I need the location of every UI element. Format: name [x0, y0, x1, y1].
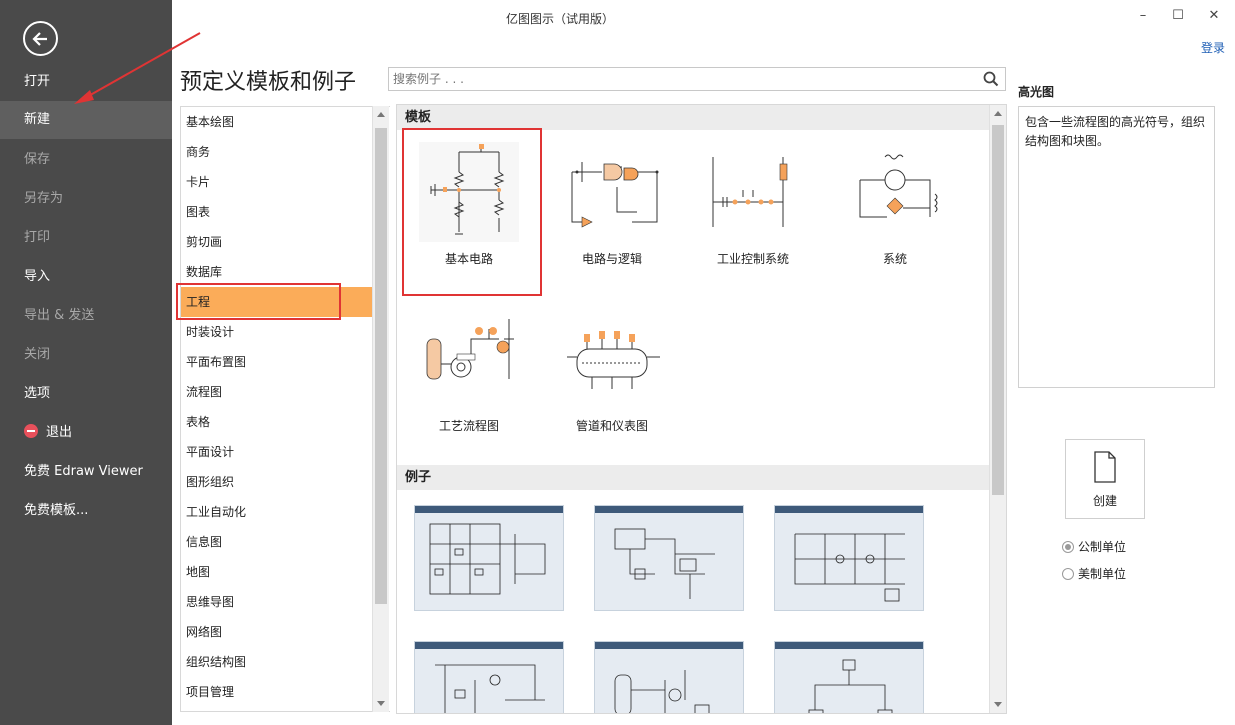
category-item[interactable]: 图形组织	[181, 467, 372, 497]
category-item[interactable]: 平面布置图	[181, 347, 372, 377]
sidebar-item-import[interactable]: 导入	[0, 258, 172, 296]
category-item[interactable]: 信息图	[181, 527, 372, 557]
preview-description: 包含一些流程图的高光符号，组织结构图和块图。	[1018, 106, 1215, 388]
scroll-up-icon[interactable]	[994, 111, 1002, 116]
category-item[interactable]: 思维导图	[181, 587, 372, 617]
template-circuit-logic[interactable]: 电路与逻辑	[542, 142, 682, 267]
example-thumbnail[interactable]	[414, 505, 564, 611]
create-label: 创建	[1092, 494, 1117, 508]
sidebar-item-exit[interactable]: 退出	[0, 414, 172, 452]
category-item[interactable]: 网络图	[181, 617, 372, 647]
example-thumbnail[interactable]	[414, 641, 564, 713]
radio-us[interactable]	[1062, 568, 1074, 580]
category-item[interactable]: 组织结构图	[181, 647, 372, 677]
industrial-control-thumbnail	[703, 142, 803, 242]
category-item[interactable]: 工业自动化	[181, 497, 372, 527]
category-item[interactable]: 地图	[181, 557, 372, 587]
system-thumbnail	[845, 142, 945, 242]
template-label: 工艺流程图	[438, 419, 499, 433]
pid-thumbnail	[562, 309, 662, 409]
category-item[interactable]: 剪切画	[181, 227, 372, 257]
sidebar-item-close[interactable]: 关闭	[0, 336, 172, 374]
process-flow-thumbnail	[419, 309, 519, 409]
minimize-button[interactable]: –	[1133, 6, 1153, 26]
sidebar-item-edraw-viewer[interactable]: 免费 Edraw Viewer	[0, 453, 172, 491]
title-bar: 亿图图示（试用版）	[172, 0, 1235, 34]
template-system[interactable]: 系统	[825, 142, 965, 267]
category-item[interactable]: 平面设计	[181, 437, 372, 467]
metric-units-option[interactable]: 公制单位	[1062, 539, 1126, 555]
sidebar-item-print[interactable]: 打印	[0, 219, 172, 257]
page-title: 预定义模板和例子	[180, 70, 357, 95]
scroll-down-icon[interactable]	[377, 701, 385, 706]
scroll-down-icon[interactable]	[994, 702, 1002, 707]
radio-metric[interactable]	[1062, 541, 1074, 553]
sidebar-item-export-send[interactable]: 导出 & 发送	[0, 297, 172, 335]
window-title: 亿图图示（试用版）	[506, 12, 615, 26]
sidebar-item-save[interactable]: 保存	[0, 141, 172, 179]
sidebar-item-save-as[interactable]: 另存为	[0, 180, 172, 218]
preview-title: 高光图	[1018, 85, 1055, 99]
close-button[interactable]: ✕	[1204, 6, 1224, 26]
template-label: 电路与逻辑	[581, 252, 642, 266]
gallery-scrollbar[interactable]	[989, 105, 1006, 713]
login-link[interactable]: 登录	[1201, 39, 1225, 56]
category-item[interactable]: 表格	[181, 407, 372, 437]
template-industrial-control[interactable]: 工业控制系统	[683, 142, 823, 267]
circuit-logic-thumbnail	[562, 142, 662, 242]
category-scrollbar[interactable]	[372, 106, 389, 712]
category-item[interactable]: 时装设计	[181, 317, 372, 347]
example-thumbnail[interactable]	[594, 641, 744, 713]
templates-header: 模板	[397, 105, 990, 130]
template-pid[interactable]: 管道和仪表图	[542, 309, 682, 434]
document-icon	[1094, 451, 1116, 483]
sidebar-item-exit-label: 退出	[46, 425, 73, 440]
scroll-up-icon[interactable]	[377, 112, 385, 117]
sidebar-item-options[interactable]: 选项	[0, 375, 172, 413]
sidebar-item-free-templates[interactable]: 免费模板...	[0, 492, 172, 530]
us-units-label: 美制单位	[1078, 567, 1127, 581]
category-item[interactable]: 项目管理	[181, 677, 372, 707]
scrollbar-thumb[interactable]	[992, 125, 1004, 495]
metric-units-label: 公制单位	[1078, 540, 1127, 554]
category-item[interactable]: 商务	[181, 137, 372, 167]
category-item[interactable]: 卡片	[181, 167, 372, 197]
exit-icon	[24, 424, 38, 438]
template-label: 系统	[882, 252, 907, 266]
category-list: 基本绘图 商务 卡片 图表 剪切画 数据库 工程 时装设计 平面布置图 流程图 …	[180, 106, 390, 712]
us-units-option[interactable]: 美制单位	[1062, 566, 1126, 582]
create-button[interactable]: 创建	[1065, 439, 1145, 519]
template-label: 管道和仪表图	[575, 419, 648, 433]
example-thumbnail[interactable]	[594, 505, 744, 611]
example-thumbnail[interactable]	[774, 505, 924, 611]
maximize-button[interactable]: ☐	[1168, 6, 1188, 26]
search-icon[interactable]	[983, 71, 999, 87]
search-input[interactable]	[389, 68, 969, 90]
search-field[interactable]	[388, 67, 1006, 91]
category-item[interactable]: 图表	[181, 197, 372, 227]
example-thumbnail[interactable]	[774, 641, 924, 713]
examples-header: 例子	[397, 465, 990, 490]
category-item[interactable]: 流程图	[181, 377, 372, 407]
template-label: 工业控制系统	[716, 252, 789, 266]
highlight-box	[176, 283, 341, 320]
highlight-box	[402, 128, 542, 296]
template-process-flow[interactable]: 工艺流程图	[399, 309, 539, 434]
scrollbar-thumb[interactable]	[375, 128, 387, 604]
category-item[interactable]: 基本绘图	[181, 107, 372, 137]
